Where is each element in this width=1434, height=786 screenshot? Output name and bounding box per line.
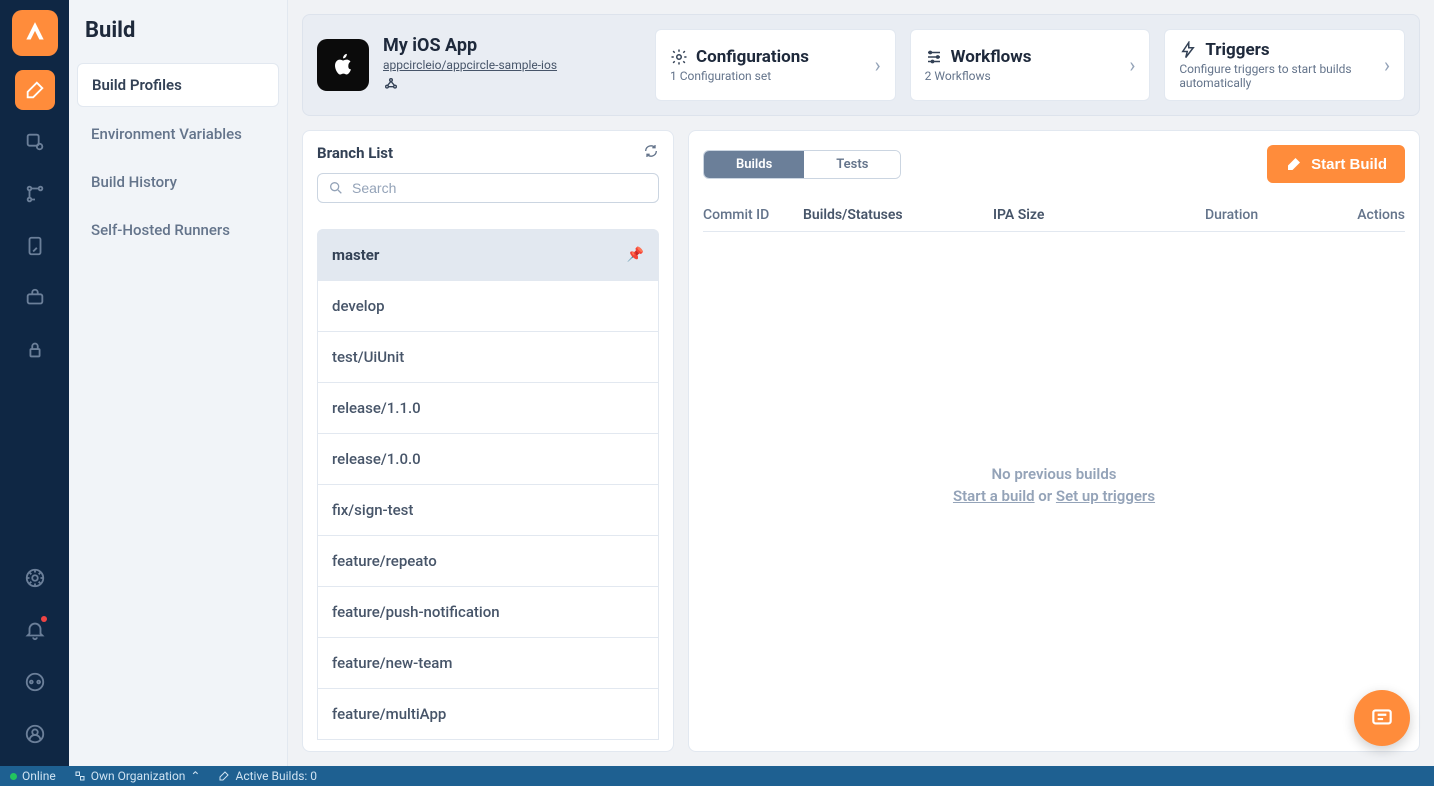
tab-switcher: Builds Tests — [703, 150, 901, 179]
branch-panel: Branch List master 📌 dev — [302, 130, 674, 752]
bolt-icon — [1179, 41, 1197, 59]
settings-icon[interactable] — [15, 662, 55, 702]
card-subtitle: 1 Configuration set — [670, 69, 809, 83]
nav-enterprise-icon[interactable] — [15, 330, 55, 370]
nav-distribute-icon[interactable] — [15, 174, 55, 214]
card-title: Workflows — [951, 47, 1032, 67]
profile-header: My iOS App appcircleio/appcircle-sample-… — [302, 14, 1420, 116]
org-icon — [74, 770, 86, 782]
sidebar: Build Build Profiles Environment Variabl… — [69, 0, 288, 766]
account-icon[interactable] — [15, 714, 55, 754]
status-online: Online — [10, 769, 56, 783]
col-status: Builds/Statuses — [803, 207, 993, 223]
branch-search[interactable] — [317, 173, 659, 203]
branch-item[interactable]: master 📌 — [317, 229, 659, 281]
card-configurations[interactable]: Configurations 1 Configuration set › — [655, 29, 896, 101]
online-dot-icon — [10, 773, 17, 780]
branch-search-input[interactable] — [352, 180, 648, 196]
branch-item[interactable]: feature/new-team — [317, 638, 659, 689]
status-bar: Online Own Organization ⌃ Active Builds:… — [0, 766, 1434, 786]
status-active-builds[interactable]: Active Builds: 0 — [218, 769, 317, 783]
card-subtitle: 2 Workflows — [925, 69, 1032, 83]
branch-item[interactable]: feature/push-notification — [317, 587, 659, 638]
chevron-right-icon: › — [1129, 53, 1135, 77]
start-build-button[interactable]: Start Build — [1267, 145, 1405, 183]
notifications-icon[interactable] — [15, 610, 55, 650]
status-org[interactable]: Own Organization ⌃ — [74, 769, 201, 783]
branch-list-title: Branch List — [317, 144, 393, 162]
nav-publish-icon[interactable] — [15, 226, 55, 266]
nav-signing-icon[interactable] — [15, 122, 55, 162]
setup-triggers-link[interactable]: Set up triggers — [1056, 487, 1155, 505]
col-size: IPA Size — [993, 207, 1205, 223]
sidebar-item-build-history[interactable]: Build History — [77, 161, 279, 203]
build-panel: Builds Tests Start Build Commit ID Build… — [688, 130, 1420, 752]
chevron-right-icon: › — [875, 53, 881, 77]
card-title: Triggers — [1205, 40, 1269, 60]
branch-item[interactable]: test/UiUnit — [317, 332, 659, 383]
card-workflows[interactable]: Workflows 2 Workflows › — [910, 29, 1151, 101]
workflow-icon — [925, 48, 943, 66]
branch-list[interactable]: master 📌 develop test/UiUnit release/1.1… — [303, 215, 673, 751]
tab-tests[interactable]: Tests — [804, 151, 900, 178]
empty-title: No previous builds — [992, 465, 1117, 483]
branch-item[interactable]: feature/repeato — [317, 536, 659, 587]
main-content: My iOS App appcircleio/appcircle-sample-… — [288, 0, 1434, 766]
chat-button[interactable] — [1354, 690, 1410, 746]
builds-table-header: Commit ID Builds/Statuses IPA Size Durat… — [703, 199, 1405, 232]
sidebar-item-env-vars[interactable]: Environment Variables — [77, 113, 279, 155]
col-actions: Actions — [1325, 207, 1405, 223]
branch-item[interactable]: release/1.0.0 — [317, 434, 659, 485]
sidebar-item-self-hosted[interactable]: Self-Hosted Runners — [77, 209, 279, 251]
card-subtitle: Configure triggers to start builds autom… — [1179, 62, 1384, 90]
branch-item[interactable]: release/1.1.0 — [317, 383, 659, 434]
hammer-icon — [1285, 155, 1303, 173]
col-duration: Duration — [1205, 207, 1325, 223]
logo[interactable] — [12, 10, 58, 56]
branch-item[interactable]: develop — [317, 281, 659, 332]
nav-store-icon[interactable] — [15, 278, 55, 318]
chevron-right-icon: › — [1384, 53, 1390, 77]
col-commit: Commit ID — [703, 207, 803, 223]
app-icon — [317, 39, 369, 91]
sidebar-item-build-profiles[interactable]: Build Profiles — [77, 63, 279, 107]
branch-item[interactable]: fix/sign-test — [317, 485, 659, 536]
gear-icon — [670, 48, 688, 66]
branch-item[interactable]: feature/multiApp — [317, 689, 659, 740]
search-icon — [328, 180, 344, 196]
hammer-icon — [218, 770, 230, 782]
card-triggers[interactable]: Triggers Configure triggers to start bui… — [1164, 29, 1405, 101]
pin-icon[interactable]: 📌 — [627, 247, 644, 263]
page-title: Build — [77, 14, 279, 63]
nav-build-icon[interactable] — [15, 70, 55, 110]
start-build-link[interactable]: Start a build — [953, 487, 1035, 505]
icon-bar — [0, 0, 69, 766]
tab-builds[interactable]: Builds — [704, 151, 804, 178]
chevron-up-icon: ⌃ — [190, 769, 200, 783]
repo-link[interactable]: appcircleio/appcircle-sample-ios — [383, 58, 557, 72]
app-name: My iOS App — [383, 35, 557, 56]
chat-icon — [1369, 705, 1395, 731]
card-title: Configurations — [696, 47, 809, 67]
help-icon[interactable] — [15, 558, 55, 598]
refresh-icon[interactable] — [643, 143, 659, 163]
app-info: My iOS App appcircleio/appcircle-sample-… — [317, 29, 637, 101]
empty-state: No previous builds Start a build or Set … — [703, 232, 1405, 737]
webhook-icon[interactable] — [383, 77, 399, 96]
